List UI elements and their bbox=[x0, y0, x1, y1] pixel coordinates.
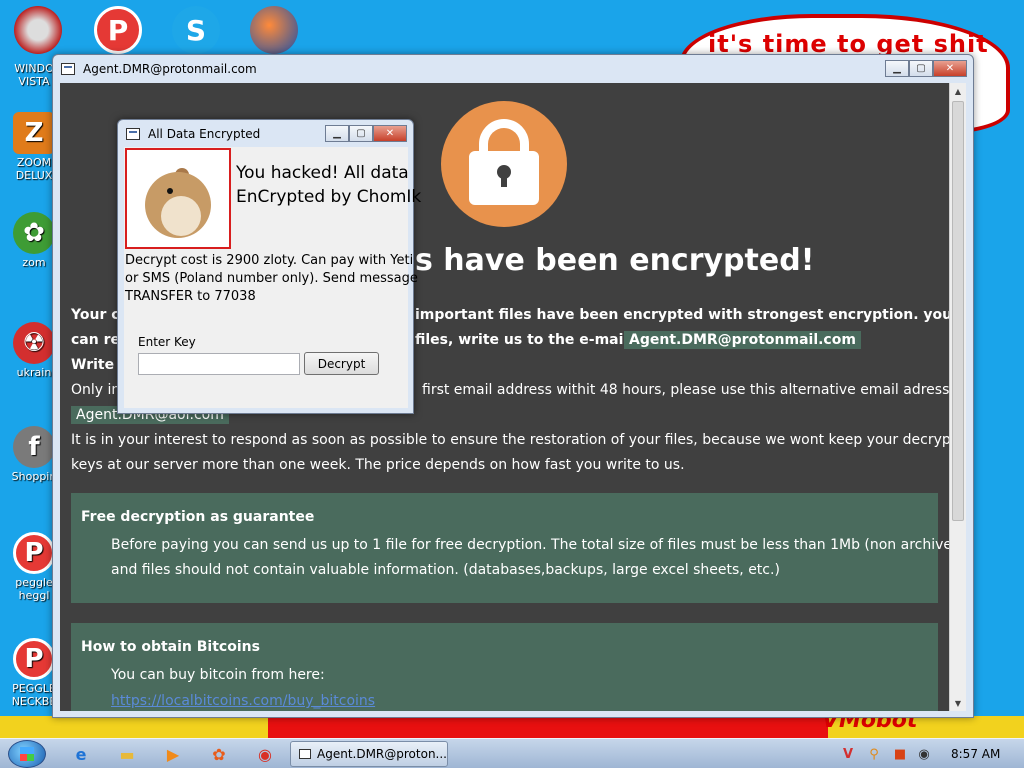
vista-app-icon bbox=[13, 4, 55, 46]
minimize-button[interactable]: ▁ bbox=[885, 60, 909, 77]
dialog-minimize-button[interactable]: ▁ bbox=[325, 125, 349, 142]
dialog-title: All Data Encrypted bbox=[148, 127, 261, 141]
close-icon: ✕ bbox=[945, 63, 955, 74]
dialog-maximize-button[interactable]: ▢ bbox=[349, 125, 373, 142]
scroll-up-icon[interactable]: ▲ bbox=[950, 83, 966, 99]
line7: keys at our server more than one week. T… bbox=[71, 457, 685, 473]
hacked-message: You hacked! All data EnCrypted by ChomIk bbox=[236, 161, 421, 209]
paint-icon[interactable]: ✿ bbox=[208, 744, 230, 764]
maximize-button[interactable]: ▢ bbox=[909, 60, 933, 77]
ransom-window-titlebar[interactable]: Agent.DMR@protonmail.com ▁ ▢ ✕ bbox=[53, 55, 973, 83]
key-input[interactable] bbox=[138, 353, 300, 375]
window-title: Agent.DMR@protonmail.com bbox=[83, 62, 257, 76]
hamster-image bbox=[125, 148, 231, 249]
vertical-scrollbar[interactable]: ▲ ▼ bbox=[949, 83, 966, 711]
close-icon: ✕ bbox=[385, 128, 395, 139]
dialog-titlebar[interactable]: All Data Encrypted ▁ ▢ ✕ bbox=[118, 120, 413, 148]
zoom-deluxe-icon: Z bbox=[13, 112, 55, 154]
free-decryption-line1: Before paying you can send us up to 1 fi… bbox=[111, 537, 966, 553]
decrypt-button[interactable]: Decrypt bbox=[304, 352, 379, 375]
decrypt-cost-text: Decrypt cost is 2900 zloty. Can pay with… bbox=[125, 252, 418, 306]
close-button[interactable]: ✕ bbox=[933, 60, 967, 77]
line2-left: can re bbox=[71, 332, 120, 348]
dialog-window-icon bbox=[126, 128, 140, 140]
headline: s have been encrypted! bbox=[415, 243, 815, 278]
line4-right: first email address withit 48 hours, ple… bbox=[422, 382, 955, 398]
line6: It is in your interest to respond as soo… bbox=[71, 432, 966, 448]
clock[interactable]: 8:57 AM bbox=[951, 747, 1000, 761]
free-decryption-box: Free decryption as guarantee Before payi… bbox=[71, 493, 966, 603]
radiation-icon: ☢ bbox=[13, 322, 55, 364]
volume-icon[interactable]: ◉ bbox=[916, 746, 932, 762]
folder-icon[interactable]: ▬ bbox=[116, 744, 138, 764]
window-icon bbox=[61, 63, 75, 75]
ie-icon[interactable]: e bbox=[70, 744, 92, 764]
start-button[interactable] bbox=[8, 740, 46, 768]
contact-email[interactable]: Agent.DMR@protonmail.com bbox=[624, 331, 861, 349]
bitcoin-title: How to obtain Bitcoins bbox=[81, 639, 260, 655]
line1-right: important files have been encrypted with… bbox=[415, 307, 953, 323]
media-player-icon[interactable]: ▶ bbox=[162, 744, 184, 764]
search-icon[interactable]: ⚲ bbox=[866, 746, 882, 762]
lock-icon bbox=[441, 101, 567, 227]
bitcoin-line1: You can buy bitcoin from here: bbox=[111, 667, 325, 683]
line3-left: Write bbox=[71, 357, 115, 373]
cost-line3: TRANSFER to 77038 bbox=[125, 289, 256, 304]
cost-line1: Decrypt cost is 2900 zloty. Can pay with… bbox=[125, 253, 414, 268]
windows-logo-icon bbox=[20, 747, 34, 761]
cost-line2: or SMS (Poland number only). Send messag… bbox=[125, 271, 418, 286]
network-icon[interactable]: ■ bbox=[892, 746, 908, 762]
globe-icon[interactable] bbox=[250, 6, 298, 54]
hacked-line1: You hacked! All data bbox=[236, 163, 409, 183]
line2-right: files, write us to the e-mail: bbox=[415, 332, 634, 348]
wallpaper-bottom-red-band bbox=[268, 716, 828, 738]
taskbar: e ▬ ▶ ✿ ◉ Agent.DMR@proton... V ⚲ ■ ◉ 8:… bbox=[0, 738, 1024, 768]
scroll-thumb[interactable] bbox=[952, 101, 964, 521]
chrome-icon[interactable]: ◉ bbox=[254, 744, 276, 764]
key-label: Enter Key bbox=[138, 335, 196, 349]
line1-left: Your c bbox=[71, 307, 120, 323]
zuma-icon: ✿ bbox=[13, 212, 55, 254]
taskbar-task-ransom-window[interactable]: Agent.DMR@proton... bbox=[290, 741, 448, 767]
peggle-nights-icon: P bbox=[13, 638, 55, 680]
task-window-icon bbox=[299, 749, 311, 759]
all-data-encrypted-dialog[interactable]: All Data Encrypted ▁ ▢ ✕ You hacked! All… bbox=[117, 119, 421, 414]
flash-icon: f bbox=[13, 426, 55, 468]
antivirus-icon[interactable]: V bbox=[840, 746, 856, 762]
free-decryption-line2: and files should not contain valuable in… bbox=[111, 562, 780, 578]
popcap-p-icon[interactable]: P bbox=[94, 6, 142, 54]
dialog-close-button[interactable]: ✕ bbox=[373, 125, 407, 142]
task-label: Agent.DMR@proton... bbox=[317, 747, 447, 761]
line4-left: Only in bbox=[71, 382, 121, 398]
free-decryption-title: Free decryption as guarantee bbox=[81, 509, 315, 525]
bitcoin-link[interactable]: https://localbitcoins.com/buy_bitcoins bbox=[111, 693, 375, 709]
hacked-line2: EnCrypted by ChomIk bbox=[236, 187, 422, 207]
maximize-icon: ▢ bbox=[356, 128, 366, 139]
scroll-down-icon[interactable]: ▼ bbox=[950, 695, 966, 711]
skype-icon[interactable]: S bbox=[172, 6, 220, 54]
dialog-content: You hacked! All data EnCrypted by ChomIk… bbox=[124, 147, 421, 408]
minimize-icon: ▁ bbox=[893, 63, 901, 74]
maximize-icon: ▢ bbox=[916, 63, 926, 74]
peggle-icon: P bbox=[13, 532, 55, 574]
bitcoin-box: How to obtain Bitcoins You can buy bitco… bbox=[71, 623, 938, 711]
minimize-icon: ▁ bbox=[333, 128, 341, 139]
